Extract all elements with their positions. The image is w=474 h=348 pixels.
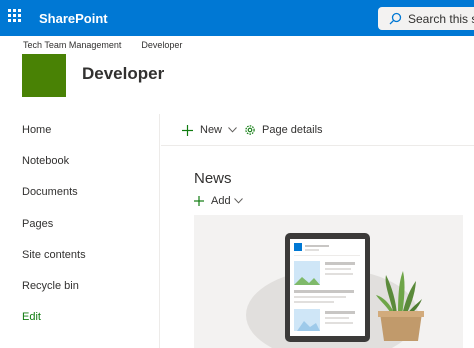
page-details-label: Page details <box>262 124 323 136</box>
suite-bar: SharePoint Search this site <box>0 0 474 36</box>
left-nav: Home Notebook Documents Pages Site conte… <box>0 114 160 348</box>
plus-icon <box>182 124 193 136</box>
new-button-label: New <box>200 124 223 136</box>
news-placeholder-illustration <box>194 215 463 348</box>
site-title[interactable]: Developer <box>82 64 164 84</box>
news-heading: News <box>194 170 232 187</box>
nav-item-home[interactable]: Home <box>22 124 51 136</box>
chevron-down-icon <box>233 197 243 204</box>
nav-item-documents[interactable]: Documents <box>22 186 78 198</box>
nav-item-pages[interactable]: Pages <box>22 218 53 230</box>
site-logo[interactable] <box>22 54 66 97</box>
nav-item-recycle-bin[interactable]: Recycle bin <box>22 280 79 292</box>
plus-icon <box>194 195 204 206</box>
page-details-button[interactable]: Page details <box>244 122 323 138</box>
chevron-down-icon <box>228 127 237 133</box>
nav-item-notebook[interactable]: Notebook <box>22 155 69 167</box>
nav-edit-link[interactable]: Edit <box>22 311 41 323</box>
app-name-link[interactable]: SharePoint <box>39 11 108 26</box>
command-bar: New Page details <box>161 114 474 146</box>
news-add-button[interactable]: Add <box>194 193 243 208</box>
search-box[interactable]: Search this site <box>378 7 474 30</box>
tablet-plant-illustration <box>246 233 424 348</box>
breadcrumb: Tech Team Management Developer <box>23 40 182 50</box>
nav-item-site-contents[interactable]: Site contents <box>22 249 86 261</box>
new-button[interactable]: New <box>182 122 237 138</box>
breadcrumb-item-hub[interactable]: Tech Team Management <box>23 40 121 50</box>
search-input[interactable]: Search this site <box>408 12 474 26</box>
search-icon <box>389 12 402 25</box>
breadcrumb-item-site[interactable]: Developer <box>141 40 182 50</box>
app-launcher-waffle-icon[interactable] <box>8 9 22 23</box>
news-add-label: Add <box>211 194 231 207</box>
gear-icon <box>245 125 255 135</box>
